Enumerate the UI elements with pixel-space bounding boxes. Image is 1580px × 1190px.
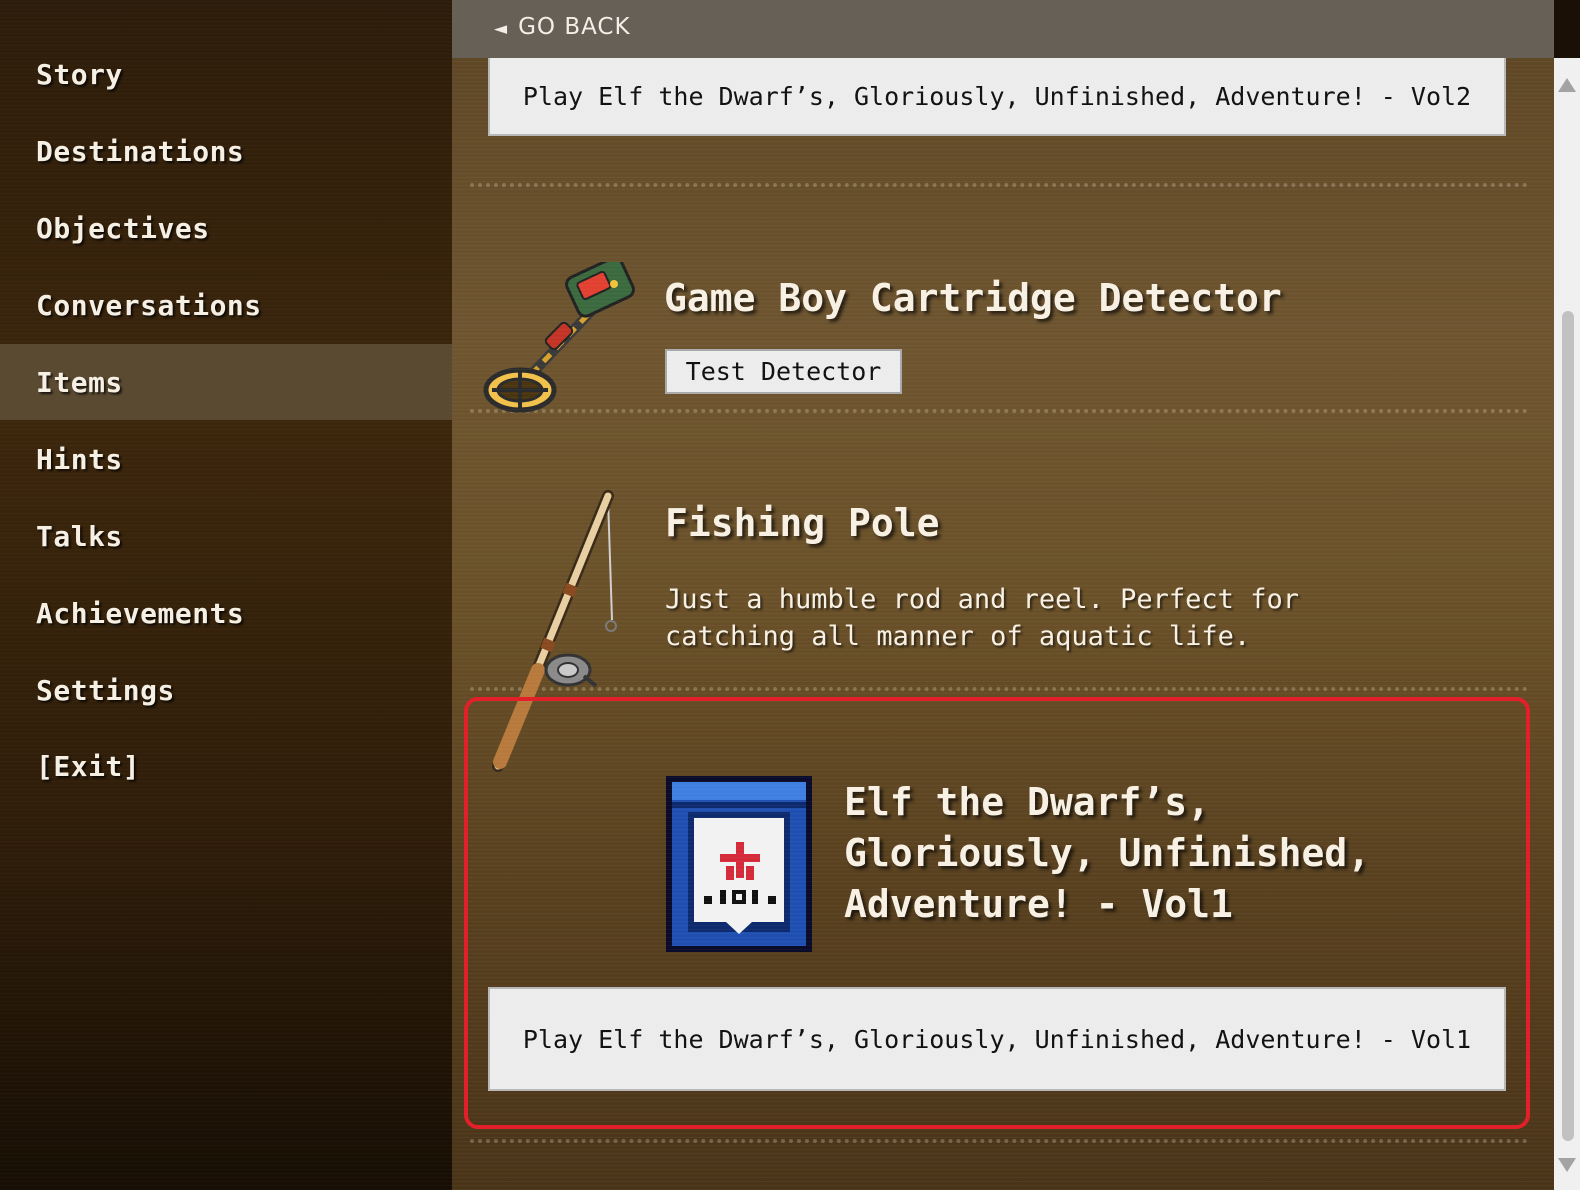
sidebar-item-conversations[interactable]: Conversations bbox=[0, 267, 452, 343]
sidebar-item-exit[interactable]: [Exit] bbox=[0, 728, 452, 804]
sidebar-item-settings[interactable]: Settings bbox=[0, 652, 452, 728]
sidebar-item-talks[interactable]: Talks bbox=[0, 498, 452, 574]
sidebar-item-achievements[interactable]: Achievements bbox=[0, 575, 452, 651]
sidebar-item-story[interactable]: Story bbox=[0, 36, 452, 112]
back-arrow-icon: ◄ bbox=[494, 19, 509, 39]
sidebar-item-hints[interactable]: Hints bbox=[0, 421, 452, 497]
item-title-vol1: Elf the Dwarf’s, Gloriously, Unfinished,… bbox=[844, 780, 1371, 926]
item-description-fishing-pole: Just a humble rod and reel. Perfect for … bbox=[665, 584, 1299, 652]
fishing-pole-icon bbox=[492, 490, 617, 772]
scrollbar[interactable] bbox=[1554, 58, 1580, 1190]
scrollbar-thumb[interactable] bbox=[1562, 311, 1574, 1141]
item-title-fishing-pole: Fishing Pole bbox=[665, 501, 940, 545]
test-detector-button[interactable]: Test Detector bbox=[665, 349, 902, 394]
metal-detector-icon bbox=[483, 262, 635, 413]
item-divider bbox=[470, 183, 1528, 187]
items-panel: Play Elf the Dwarf’s, Gloriously, Unfini… bbox=[452, 0, 1554, 1190]
item-divider bbox=[470, 687, 1528, 691]
item-divider bbox=[470, 1139, 1528, 1143]
sidebar-item-items[interactable]: Items bbox=[0, 344, 452, 420]
game-cartridge-icon bbox=[666, 776, 812, 952]
go-back-button[interactable]: ◄ GO BACK bbox=[494, 14, 631, 40]
scroll-up-arrow-icon[interactable] bbox=[1558, 78, 1576, 92]
play-vol1-button[interactable]: Play Elf the Dwarf’s, Gloriously, Unfini… bbox=[488, 987, 1506, 1091]
scroll-down-arrow-icon[interactable] bbox=[1558, 1158, 1576, 1172]
sidebar-nav: Story Destinations Objectives Conversati… bbox=[0, 0, 452, 1190]
sidebar-item-objectives[interactable]: Objectives bbox=[0, 190, 452, 266]
top-bar: ◄ GO BACK bbox=[452, 0, 1554, 58]
sidebar-item-destinations[interactable]: Destinations bbox=[0, 113, 452, 189]
item-title-detector: Game Boy Cartridge Detector bbox=[664, 276, 1282, 320]
go-back-label: GO BACK bbox=[518, 14, 631, 40]
